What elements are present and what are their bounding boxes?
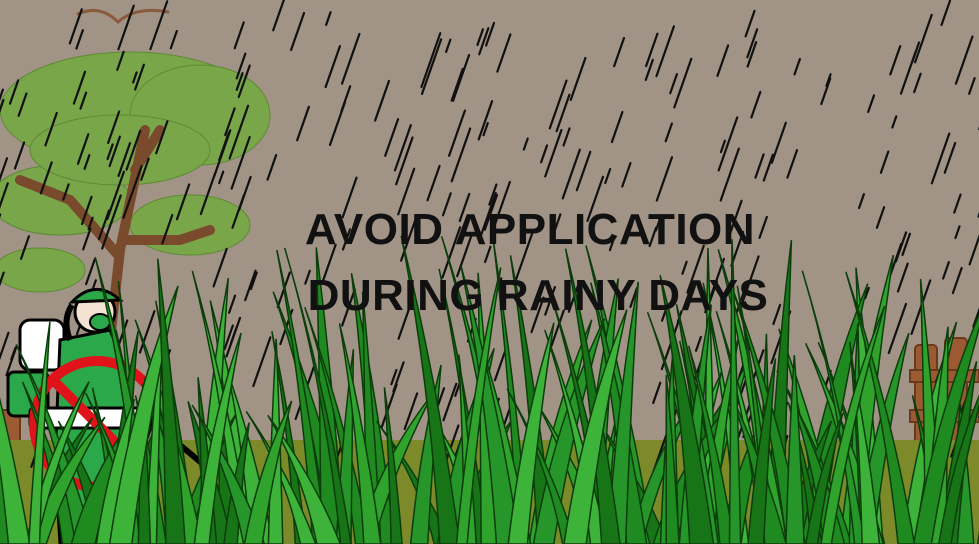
headline-line-1: AVOID APPLICATION bbox=[304, 205, 756, 254]
headline-line-2: DURING RAINY DAYS bbox=[307, 271, 769, 320]
